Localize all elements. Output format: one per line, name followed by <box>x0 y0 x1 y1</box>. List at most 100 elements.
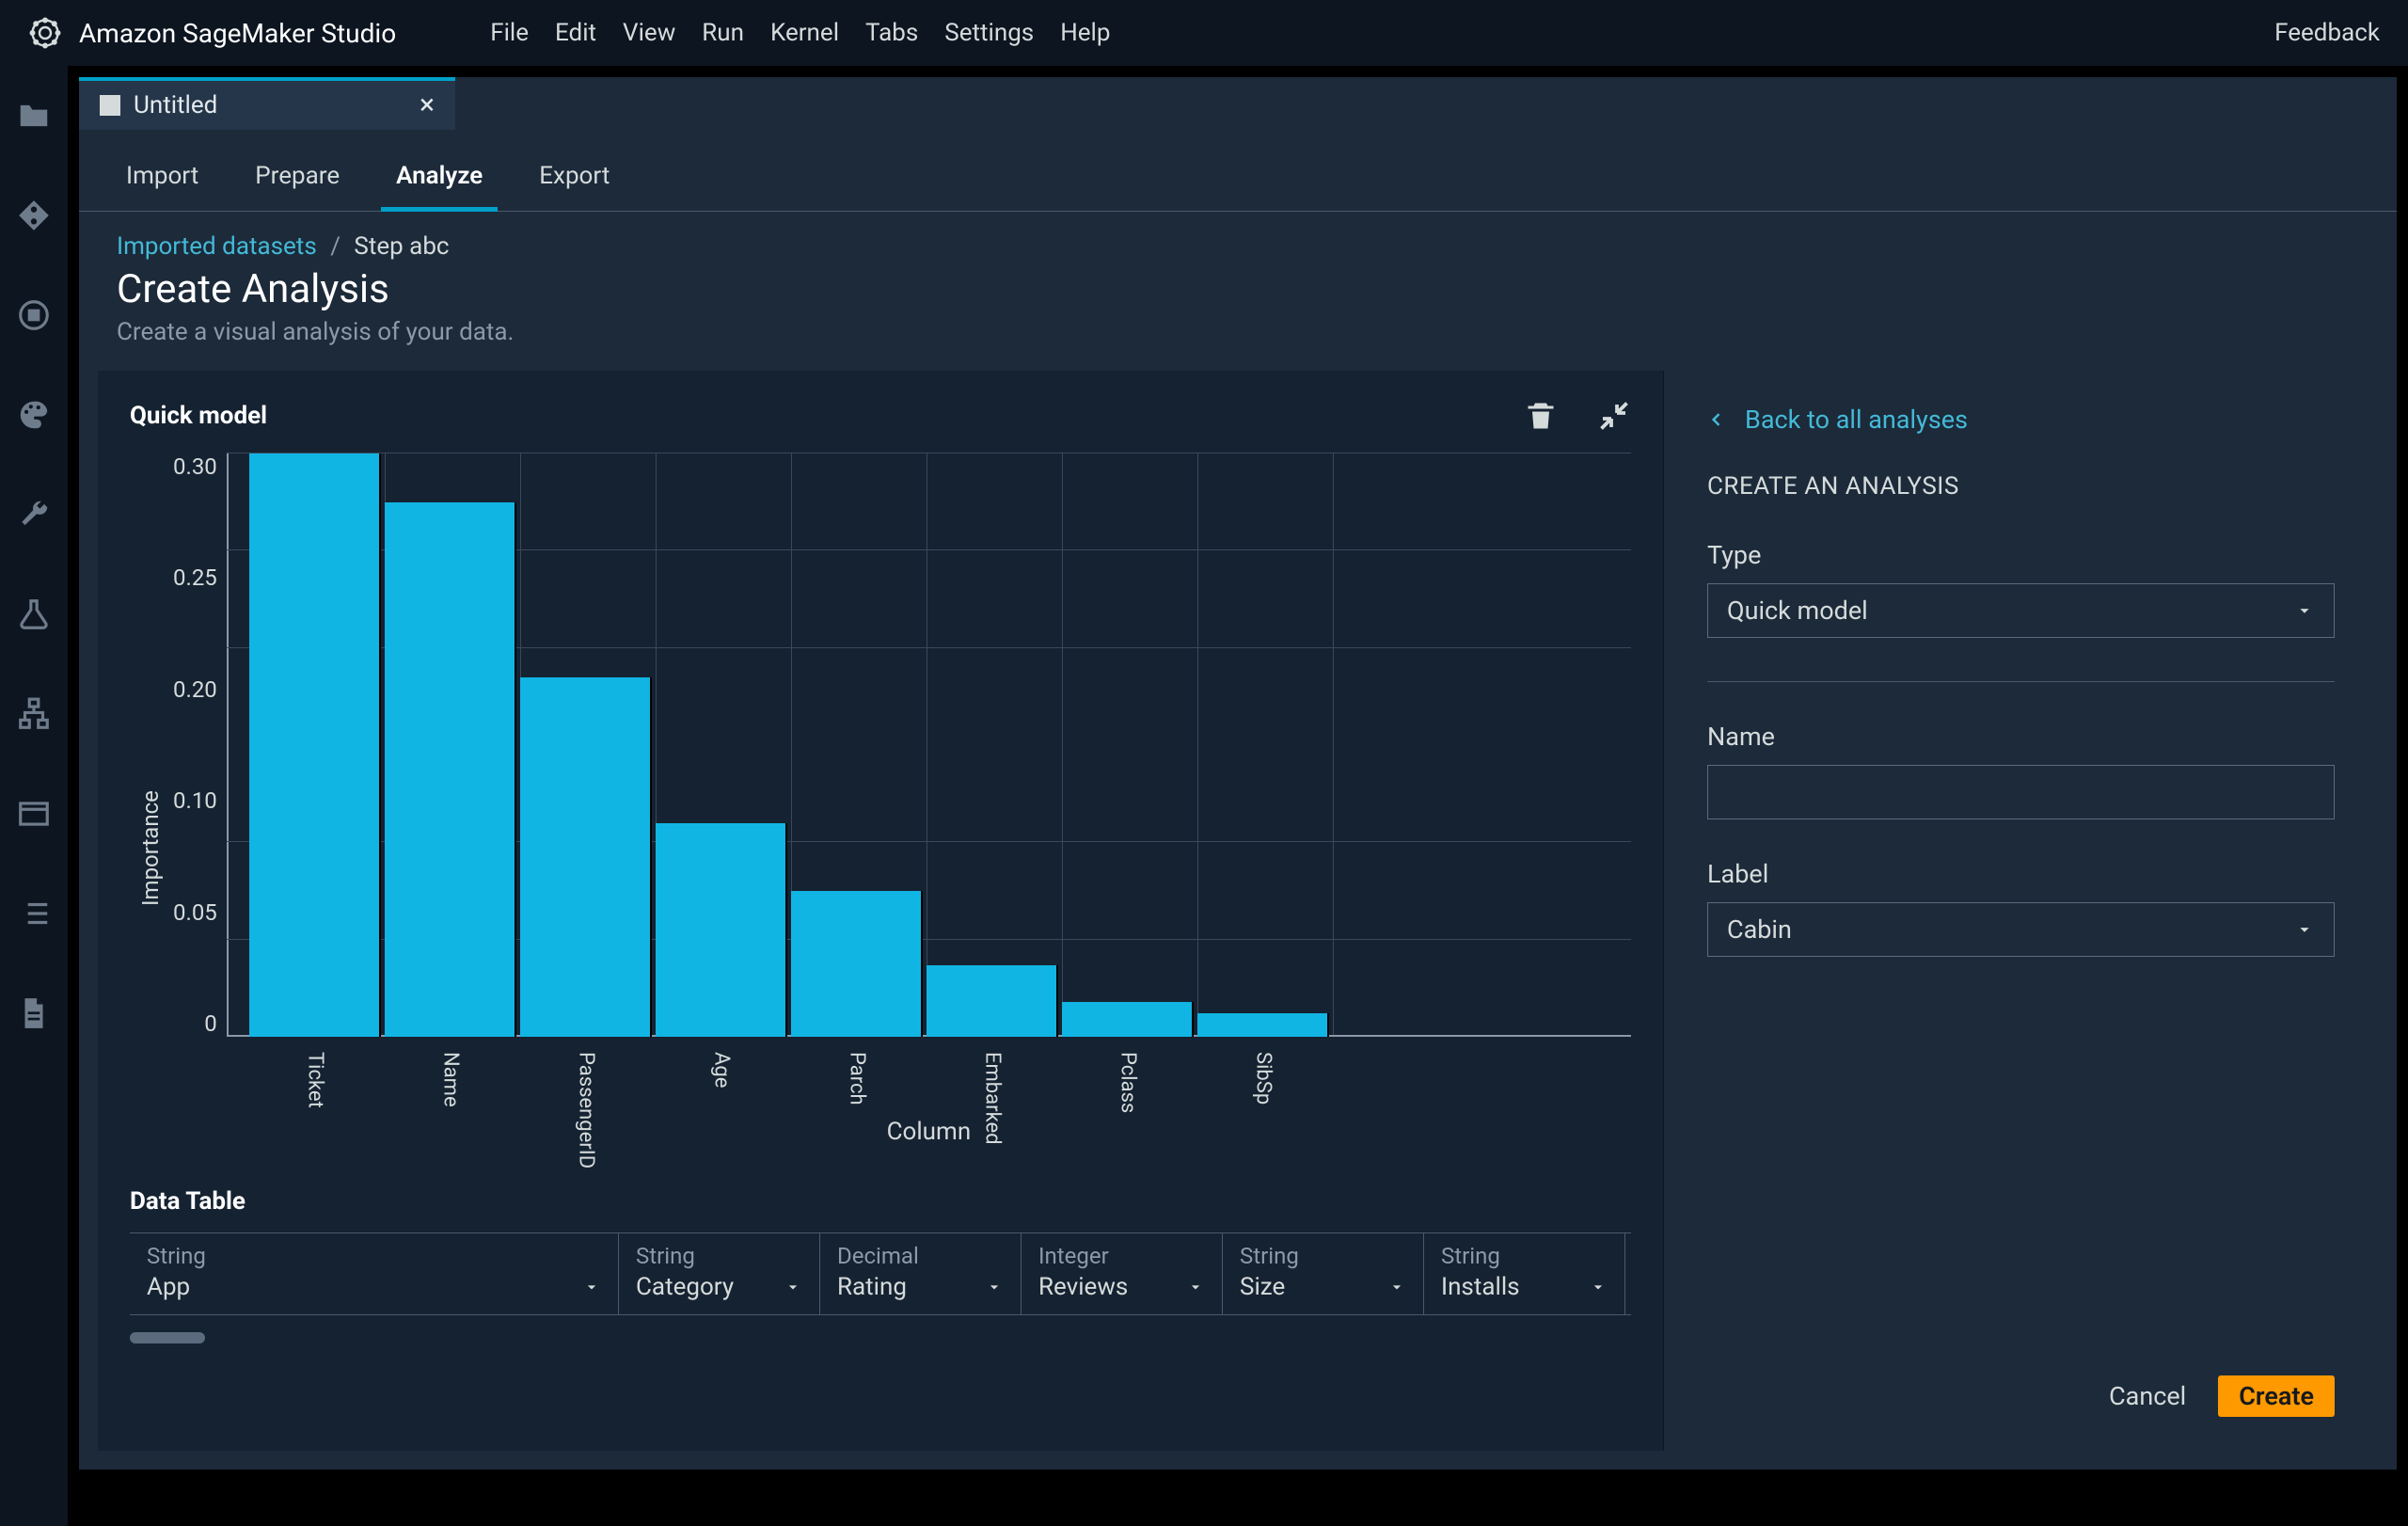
name-label: Name <box>1707 722 2335 752</box>
section-heading: CREATE AN ANALYSIS <box>1707 472 2335 501</box>
column-type: Decimal <box>837 1243 1004 1269</box>
column-type: String <box>1441 1243 1608 1269</box>
chevron-down-icon <box>2294 600 2315 621</box>
horizontal-scrollbar[interactable] <box>130 1332 205 1343</box>
tab-prepare[interactable]: Prepare <box>246 149 349 211</box>
y-tick: 0.05 <box>173 899 217 926</box>
breadcrumb-sep: / <box>330 232 341 261</box>
chevron-down-icon <box>784 1278 802 1296</box>
column-name: Category <box>636 1273 802 1301</box>
mode-tabs: Import Prepare Analyze Export <box>79 130 2397 212</box>
label-label: Label <box>1707 859 2335 889</box>
breadcrumb: Imported datasets / Step abc <box>117 232 2359 261</box>
column-name: Reviews <box>1038 1273 1205 1301</box>
table-column[interactable]: StringSize <box>1223 1233 1424 1314</box>
y-tick: 0 <box>204 1010 217 1037</box>
chart-bar <box>1062 1002 1194 1037</box>
chevron-down-icon <box>2294 919 2315 940</box>
chart-y-axis-label: Importance <box>130 453 164 1140</box>
y-tick: 0.30 <box>173 453 217 480</box>
breadcrumb-link[interactable]: Imported datasets <box>117 232 317 261</box>
table-column[interactable]: String App <box>130 1233 619 1314</box>
page-title: Create Analysis <box>117 266 2359 312</box>
chevron-down-icon <box>1589 1278 1608 1296</box>
table-column[interactable]: String Category <box>619 1233 820 1314</box>
divider <box>1707 681 2335 682</box>
type-label: Type <box>1707 540 2335 570</box>
document-icon[interactable] <box>16 995 52 1031</box>
data-table: String App String Category Decimal Rating Inte… <box>130 1232 1631 1315</box>
chart-bar <box>385 502 516 1037</box>
tab-export[interactable]: Export <box>530 149 619 211</box>
menu-tabs[interactable]: Tabs <box>865 19 918 47</box>
cancel-button[interactable]: Cancel <box>2109 1381 2186 1411</box>
wrench-icon[interactable] <box>16 497 52 533</box>
document-tabstrip: Untitled × <box>79 77 2397 130</box>
document-tab[interactable]: Untitled × <box>79 77 455 130</box>
close-icon[interactable]: × <box>420 91 435 119</box>
menu-run[interactable]: Run <box>702 19 744 47</box>
analysis-preview-pane: Quick model Importance <box>98 371 1663 1451</box>
table-column[interactable]: Integer Reviews <box>1022 1233 1223 1314</box>
back-to-analyses-link[interactable]: Back to all analyses <box>1707 405 2335 435</box>
column-type: Integer <box>1038 1243 1205 1269</box>
chart-bar <box>927 965 1058 1037</box>
chart-bar <box>249 453 381 1037</box>
tab-analyze[interactable]: Analyze <box>387 149 492 211</box>
chart-x-axis-label: Column <box>227 1118 1631 1146</box>
create-button[interactable]: Create <box>2218 1375 2335 1417</box>
column-name: Installs <box>1441 1273 1608 1301</box>
menu-help[interactable]: Help <box>1060 19 1110 47</box>
analysis-title: Quick model <box>130 402 267 430</box>
stop-icon[interactable] <box>16 297 52 333</box>
table-column[interactable]: Decimal Rating <box>820 1233 1022 1314</box>
type-select[interactable]: Quick model <box>1707 583 2335 638</box>
delete-icon[interactable] <box>1524 399 1558 433</box>
column-name: App <box>147 1273 601 1301</box>
feedback-link[interactable]: Feedback <box>2274 19 2380 47</box>
column-name: Size <box>1240 1273 1406 1301</box>
column-type: String <box>636 1243 802 1269</box>
list-icon[interactable] <box>16 896 52 931</box>
menubar: Amazon SageMaker Studio File Edit View R… <box>0 0 2408 66</box>
flask-icon[interactable] <box>16 596 52 632</box>
network-icon[interactable] <box>16 696 52 732</box>
chart-bar <box>520 677 652 1037</box>
document-type-icon <box>100 95 120 116</box>
label-select-value: Cabin <box>1727 914 1792 945</box>
y-tick: 0.10 <box>173 787 217 814</box>
palette-icon[interactable] <box>16 397 52 433</box>
configuration-panel: Back to all analyses CREATE AN ANALYSIS … <box>1663 371 2378 1451</box>
chart-bar <box>791 891 923 1037</box>
name-input[interactable] <box>1707 765 2335 819</box>
y-tick: 0.20 <box>173 676 217 703</box>
menu-edit[interactable]: Edit <box>555 19 596 47</box>
y-tick: 0.25 <box>173 564 217 591</box>
folder-icon[interactable] <box>16 98 52 134</box>
collapse-icon[interactable] <box>1597 399 1631 433</box>
app-title: Amazon SageMaker Studio <box>79 18 396 49</box>
chevron-down-icon <box>1387 1278 1406 1296</box>
feature-importance-chart: Importance 0.300.250.200.100.050 TicketN… <box>130 453 1631 1140</box>
column-name: Rating <box>837 1273 1004 1301</box>
table-column[interactable]: String Installs <box>1424 1233 1625 1314</box>
menu-file[interactable]: File <box>490 19 529 47</box>
chart-y-axis: 0.30 0.25 0.20 0.10 0.05 0 <box>164 453 227 1140</box>
label-select[interactable]: Cabin <box>1707 902 2335 957</box>
chevron-down-icon <box>985 1278 1004 1296</box>
chart-bar <box>1197 1013 1329 1037</box>
menu-settings[interactable]: Settings <box>944 19 1034 47</box>
git-icon[interactable] <box>16 198 52 233</box>
chevron-down-icon <box>1186 1278 1205 1296</box>
action-bar: Cancel Create <box>1707 1338 2335 1417</box>
chevron-down-icon <box>582 1278 601 1296</box>
column-type: String <box>147 1243 601 1269</box>
page-header: Imported datasets / Step abc Create Anal… <box>79 212 2397 371</box>
left-rail <box>0 66 68 1526</box>
menu-kernel[interactable]: Kernel <box>770 19 839 47</box>
data-table-title: Data Table <box>130 1187 1631 1216</box>
app-logo-icon <box>28 16 62 50</box>
tab-import[interactable]: Import <box>117 149 208 211</box>
window-icon[interactable] <box>16 796 52 832</box>
menu-view[interactable]: View <box>623 19 675 47</box>
